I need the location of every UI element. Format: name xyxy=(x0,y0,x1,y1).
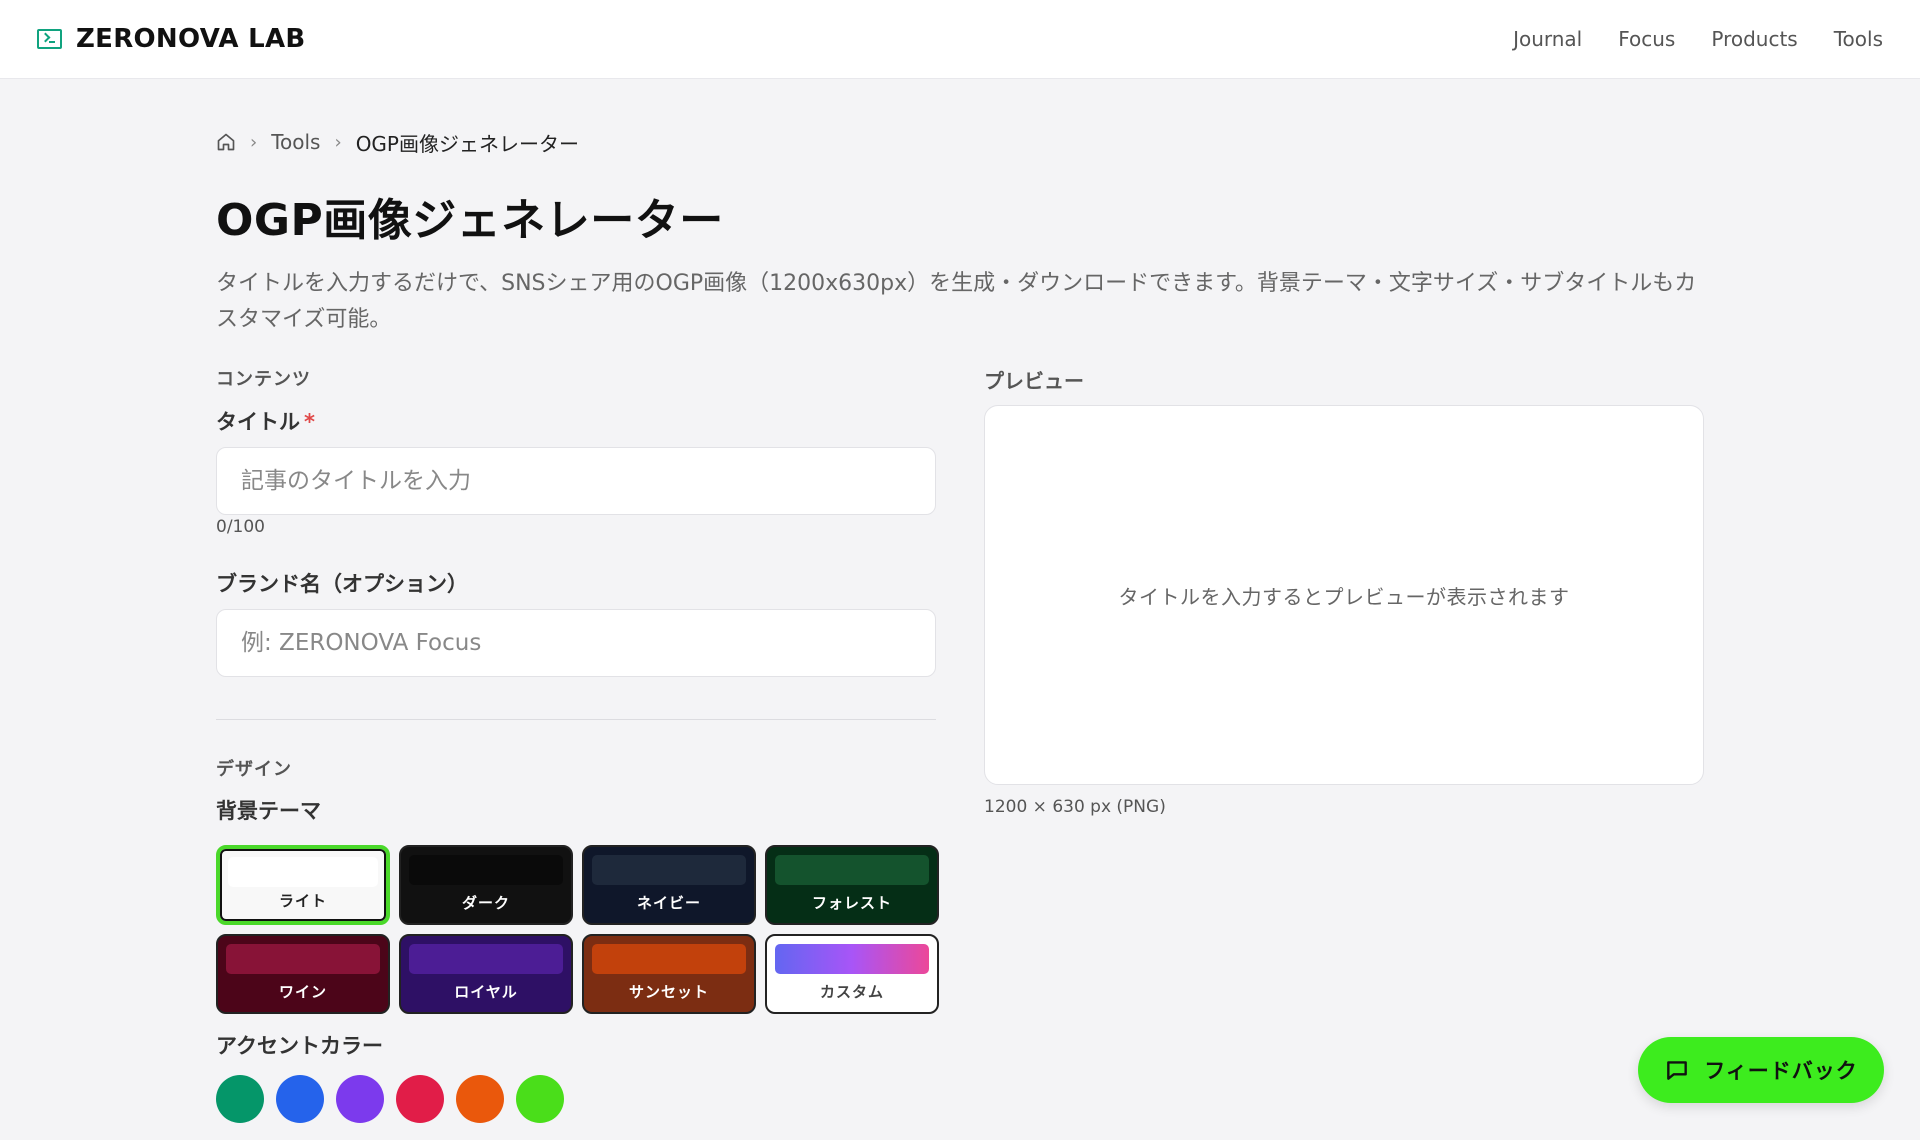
accent-color-blue[interactable] xyxy=(276,1075,324,1123)
theme-name: ライト xyxy=(278,892,327,910)
title-char-count: 0/100 xyxy=(216,517,265,537)
theme-option-custom[interactable]: カスタム xyxy=(765,934,939,1014)
feedback-button[interactable]: フィードバック xyxy=(1638,1037,1884,1103)
theme-name: フォレスト xyxy=(811,894,892,912)
page-title: OGP画像ジェネレーター xyxy=(216,195,724,246)
accent-color-row xyxy=(216,1075,564,1123)
theme-swatch xyxy=(409,855,563,885)
chat-bubble-icon xyxy=(1667,1061,1688,1080)
brand[interactable]: ZERONOVA LAB xyxy=(37,24,306,54)
theme-option-light[interactable]: ライト xyxy=(216,845,390,925)
accent-color-purple[interactable] xyxy=(336,1075,384,1123)
content-section-label: コンテンツ xyxy=(216,369,311,390)
preview-label: プレビュー xyxy=(984,369,1084,393)
preview-size-info: 1200 × 630 px (PNG) xyxy=(984,797,1166,817)
theme-option-dark[interactable]: ダーク xyxy=(399,845,573,925)
accent-field-label: アクセントカラー xyxy=(216,1034,383,1058)
terminal-icon xyxy=(37,29,62,49)
accent-color-red[interactable] xyxy=(396,1075,444,1123)
page-description: タイトルを入力するだけで、SNSシェア用のOGP画像（1200x630px）を生… xyxy=(216,271,1697,332)
theme-option-royal[interactable]: ロイヤル xyxy=(399,934,573,1014)
breadcrumb-tools[interactable]: Tools xyxy=(271,130,320,154)
section-divider xyxy=(216,719,936,720)
theme-swatch xyxy=(228,857,378,887)
title-input[interactable] xyxy=(216,447,936,515)
theme-name: カスタム xyxy=(819,983,884,1001)
theme-swatch xyxy=(226,944,380,974)
theme-grid: ライト ダーク ネイビー フォレスト ワイン ロイヤル サンセット カスタム xyxy=(216,845,939,1014)
required-mark: * xyxy=(304,410,315,434)
theme-name: ネイビー xyxy=(636,894,701,912)
theme-option-navy[interactable]: ネイビー xyxy=(582,845,756,925)
nav-tools[interactable]: Tools xyxy=(1834,27,1883,51)
preview-empty-message: タイトルを入力するとプレビューが表示されます xyxy=(1118,584,1570,609)
brand-name: ZERONOVA LAB xyxy=(76,24,306,54)
title-label-text: タイトル xyxy=(216,410,300,434)
theme-field-label: 背景テーマ xyxy=(216,799,321,823)
theme-option-sunset[interactable]: サンセット xyxy=(582,934,756,1014)
theme-name: ロイヤル xyxy=(454,983,518,1001)
theme-swatch xyxy=(775,855,929,885)
nav-journal[interactable]: Journal xyxy=(1513,27,1582,51)
theme-option-wine[interactable]: ワイン xyxy=(216,934,390,1014)
theme-name: ダーク xyxy=(461,894,510,912)
theme-name: ワイン xyxy=(278,983,327,1001)
chevron-right-icon: › xyxy=(334,131,342,153)
chevron-right-icon: › xyxy=(250,131,258,153)
feedback-label: フィードバック xyxy=(1704,1059,1858,1083)
main-nav: Journal Focus Products Tools xyxy=(1513,27,1883,51)
breadcrumb: › Tools › OGP画像ジェネレーター xyxy=(216,120,1706,164)
theme-swatch xyxy=(592,944,746,974)
nav-products[interactable]: Products xyxy=(1711,27,1797,51)
accent-color-orange[interactable] xyxy=(456,1075,504,1123)
theme-name: サンセット xyxy=(628,983,709,1001)
brand-field-label: ブランド名（オプション） xyxy=(216,572,468,596)
title-field-label: タイトル * xyxy=(216,406,315,436)
home-icon[interactable] xyxy=(216,132,236,152)
theme-swatch xyxy=(592,855,746,885)
breadcrumb-current: OGP画像ジェネレーター xyxy=(355,131,579,156)
accent-color-green[interactable] xyxy=(216,1075,264,1123)
theme-swatch xyxy=(409,944,563,974)
design-section-label: デザイン xyxy=(216,759,292,780)
top-header: ZERONOVA LAB Journal Focus Products Tool… xyxy=(0,0,1920,79)
nav-focus[interactable]: Focus xyxy=(1618,27,1675,51)
main-content: › Tools › OGP画像ジェネレーター OGP画像ジェネレーター タイトル… xyxy=(216,120,1706,1123)
accent-color-lime[interactable] xyxy=(516,1075,564,1123)
theme-option-forest[interactable]: フォレスト xyxy=(765,845,939,925)
theme-swatch xyxy=(775,944,929,974)
preview-canvas: タイトルを入力するとプレビューが表示されます xyxy=(984,405,1704,785)
brand-input[interactable] xyxy=(216,609,936,677)
